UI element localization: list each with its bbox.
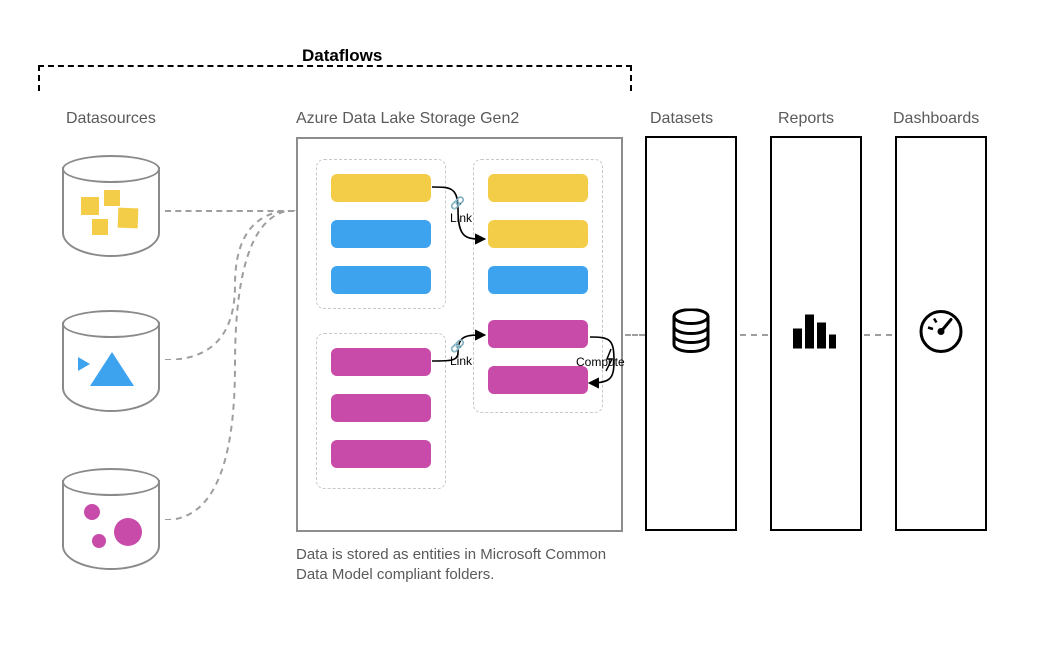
column-reports	[770, 136, 862, 531]
square-icon	[92, 219, 108, 235]
entity-bar	[331, 266, 431, 294]
entity-group-r	[473, 159, 603, 413]
entity-bar	[331, 440, 431, 468]
adls-caption: Data is stored as entities in Microsoft …	[296, 545, 636, 586]
square-icon	[118, 208, 139, 229]
entity-bar	[488, 366, 588, 394]
entity-bar	[488, 320, 588, 348]
entity-group-tl	[316, 159, 446, 309]
connector	[625, 334, 645, 336]
connector	[864, 334, 892, 336]
entity-bar	[331, 394, 431, 422]
bar-chart-icon	[791, 310, 841, 357]
gauge-icon	[916, 306, 966, 361]
label-dashboards: Dashboards	[893, 110, 979, 128]
circle-icon	[114, 518, 142, 546]
column-dashboards	[895, 136, 987, 531]
label-adls: Azure Data Lake Storage Gen2	[296, 110, 519, 128]
label-datasources: Datasources	[66, 110, 156, 128]
label-reports: Reports	[778, 110, 834, 128]
link-icon: 🔗	[450, 339, 465, 353]
column-datasets	[645, 136, 737, 531]
dataflows-bracket	[38, 65, 632, 91]
circle-icon	[92, 534, 106, 548]
datasource-cylinder-1	[62, 155, 158, 267]
entity-bar	[488, 220, 588, 248]
database-icon	[669, 308, 713, 359]
architecture-diagram: Dataflows Datasources Azure Data Lake St…	[0, 0, 1055, 651]
link-label-2: Link	[450, 354, 472, 368]
connector	[165, 210, 305, 520]
circle-icon	[84, 504, 100, 520]
dataflows-title: Dataflows	[302, 46, 382, 66]
connector	[740, 334, 768, 336]
label-datasets: Datasets	[650, 110, 713, 128]
entity-bar	[488, 266, 588, 294]
entity-bar	[331, 174, 431, 202]
square-icon	[81, 197, 99, 215]
datasource-cylinder-2	[62, 310, 158, 422]
link-label-1: Link	[450, 211, 472, 225]
square-icon	[104, 190, 120, 206]
entity-group-bl	[316, 333, 446, 489]
entity-bar	[331, 220, 431, 248]
compute-label: Compute	[576, 355, 625, 369]
datasource-cylinder-3	[62, 468, 158, 580]
entity-bar	[488, 174, 588, 202]
triangle-icon	[90, 352, 134, 386]
link-icon: 🔗	[450, 196, 465, 210]
adls-panel: 🔗 🔗 Link Link Compute	[296, 137, 623, 532]
entity-bar	[331, 348, 431, 376]
